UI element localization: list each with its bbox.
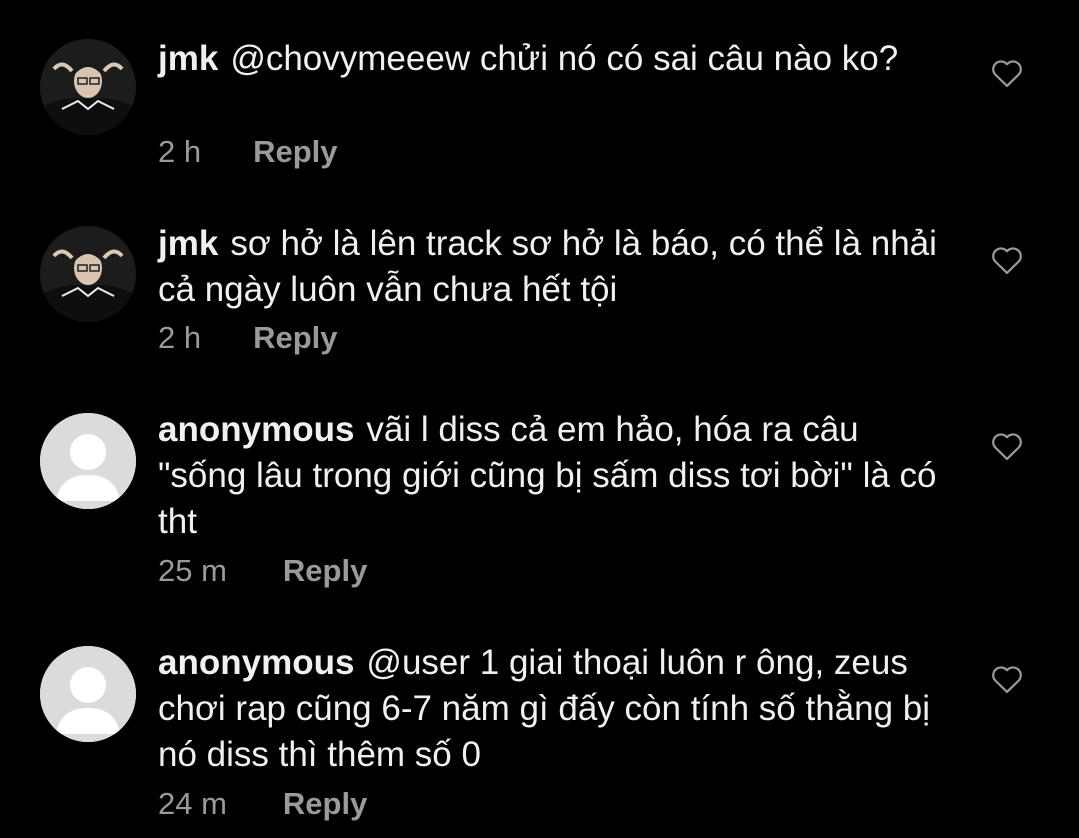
comment-timestamp: 24 m: [158, 786, 227, 821]
heart-outline-icon[interactable]: [990, 431, 1024, 461]
comment-body: anonymous @user 1 giai thoại luôn r ông, …: [158, 640, 948, 778]
comment-username[interactable]: anonymous: [158, 410, 354, 449]
avatar[interactable]: [40, 39, 136, 135]
reply-button[interactable]: Reply: [253, 320, 337, 355]
comment-timestamp: 2 h: [158, 320, 202, 355]
user-silhouette-icon: [40, 413, 136, 509]
reply-button[interactable]: Reply: [283, 553, 367, 588]
profile-photo: [40, 226, 136, 322]
comment-username[interactable]: jmk: [158, 224, 218, 263]
comment-body: anonymous vãi l diss cả em hảo, hóa ra câ…: [158, 407, 948, 545]
comment-username[interactable]: anonymous: [158, 643, 354, 682]
comment-body: jmk sơ hở là lên track sơ hở là báo, có t…: [158, 221, 948, 313]
profile-photo: [40, 39, 136, 135]
avatar[interactable]: [40, 413, 136, 509]
user-silhouette-icon: [40, 646, 136, 742]
comment-meta: 2 h Reply: [158, 134, 338, 170]
comment-meta: 24 m Reply: [158, 786, 367, 822]
comment-meta: 25 m Reply: [158, 553, 367, 589]
heart-outline-icon[interactable]: [990, 245, 1024, 275]
avatar[interactable]: [40, 646, 136, 742]
comment-timestamp: 2 h: [158, 134, 202, 169]
comment-body: jmk @chovymeeew chửi nó có sai câu nào ko…: [158, 36, 948, 82]
comment-meta: 2 h Reply: [158, 320, 338, 356]
comment-username[interactable]: jmk: [158, 39, 218, 78]
avatar[interactable]: [40, 226, 136, 322]
heart-outline-icon[interactable]: [990, 664, 1024, 694]
comment-text: @chovymeeew chửi nó có sai câu nào ko?: [230, 39, 899, 78]
comment-text: sơ hở là lên track sơ hở là báo, có thể …: [158, 224, 937, 309]
reply-button[interactable]: Reply: [283, 786, 367, 821]
heart-outline-icon[interactable]: [990, 58, 1024, 88]
comment-timestamp: 25 m: [158, 553, 227, 588]
reply-button[interactable]: Reply: [253, 134, 337, 169]
